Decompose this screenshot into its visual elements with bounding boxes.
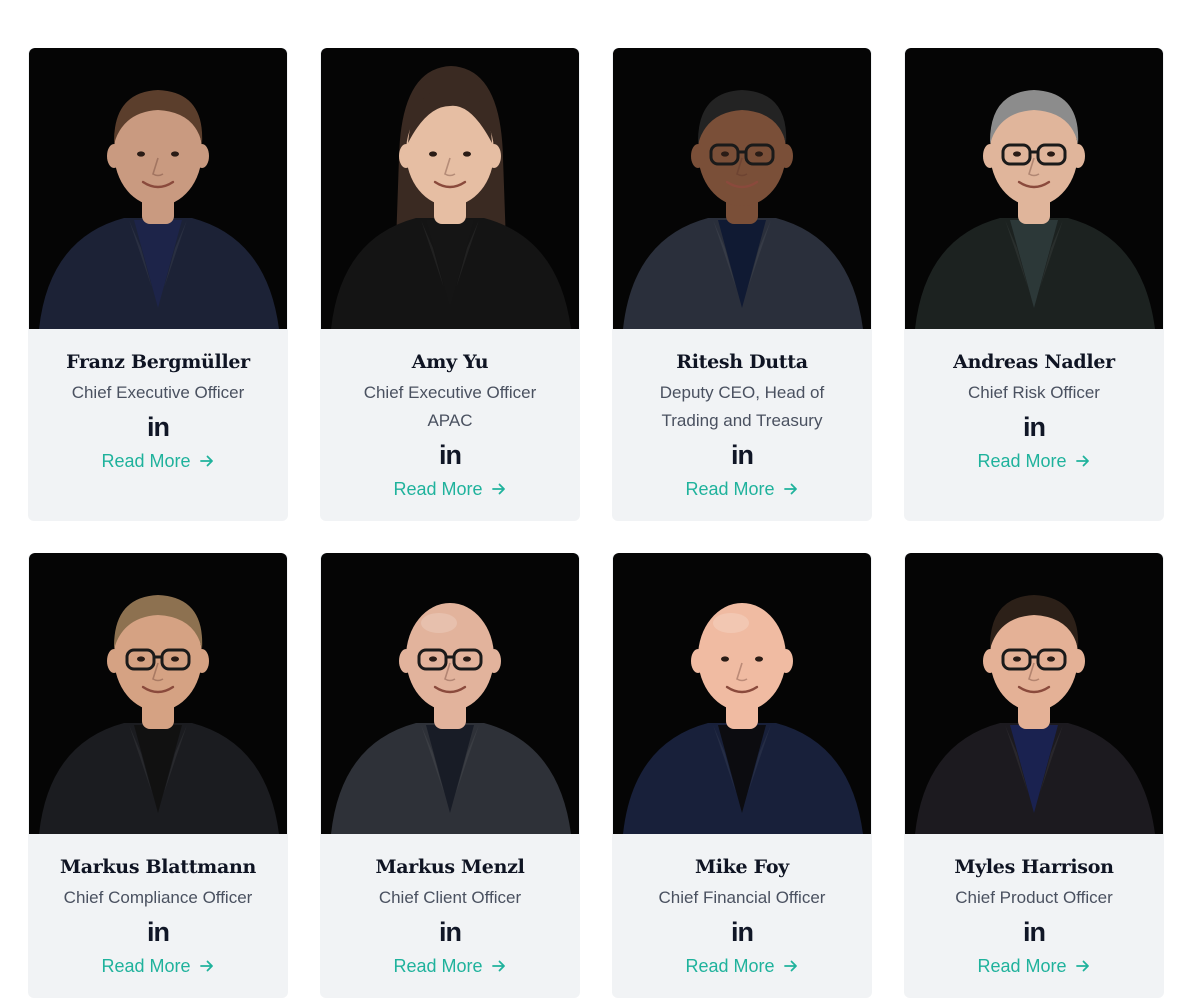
portrait-illustration bbox=[613, 48, 871, 329]
member-info: Mike Foy Chief Financial Officer in Read… bbox=[612, 834, 872, 998]
portrait-illustration bbox=[905, 553, 1163, 834]
member-role: Chief Risk Officer bbox=[968, 383, 1100, 402]
linkedin-icon[interactable]: in bbox=[1023, 918, 1046, 946]
member-name: Andreas Nadler bbox=[953, 351, 1115, 373]
portrait-photo bbox=[613, 553, 871, 834]
member-role: Chief Compliance Officer bbox=[63, 888, 253, 907]
read-more-link[interactable]: Read More bbox=[393, 477, 506, 501]
member-info: Markus Menzl Chief Client Officer in Rea… bbox=[320, 834, 580, 998]
linkedin-icon[interactable]: in bbox=[731, 918, 754, 946]
arrow-right-icon bbox=[491, 483, 505, 495]
member-info: Ritesh Dutta Deputy CEO, Head of Trading… bbox=[612, 329, 872, 521]
read-more-label: Read More bbox=[393, 956, 483, 976]
member-info: Markus Blattmann Chief Compliance Office… bbox=[28, 834, 288, 998]
read-more-link[interactable]: Read More bbox=[977, 449, 1090, 473]
arrow-right-icon bbox=[1075, 455, 1089, 467]
member-info: Amy Yu Chief Executive Officer APAC in R… bbox=[320, 329, 580, 521]
member-name: Ritesh Dutta bbox=[676, 351, 808, 373]
arrow-right-icon bbox=[783, 960, 797, 972]
arrow-right-icon bbox=[1075, 960, 1089, 972]
team-member-card: Markus Blattmann Chief Compliance Office… bbox=[28, 553, 288, 998]
member-info: Franz Bergmüller Chief Executive Officer… bbox=[28, 329, 288, 493]
member-role: Deputy CEO, Head of Trading and Treasury bbox=[659, 383, 825, 430]
read-more-label: Read More bbox=[393, 479, 483, 499]
member-name: Myles Harrison bbox=[954, 856, 1114, 878]
portrait-photo bbox=[29, 48, 287, 329]
portrait-illustration bbox=[29, 553, 287, 834]
member-name: Markus Menzl bbox=[375, 856, 525, 878]
portrait-photo bbox=[905, 48, 1163, 329]
arrow-right-icon bbox=[199, 960, 213, 972]
member-info: Myles Harrison Chief Product Officer in … bbox=[904, 834, 1164, 998]
read-more-link[interactable]: Read More bbox=[101, 449, 214, 473]
linkedin-icon[interactable]: in bbox=[731, 441, 754, 469]
team-member-card: Ritesh Dutta Deputy CEO, Head of Trading… bbox=[612, 48, 872, 521]
read-more-link[interactable]: Read More bbox=[393, 954, 506, 978]
arrow-right-icon bbox=[491, 960, 505, 972]
read-more-link[interactable]: Read More bbox=[685, 477, 798, 501]
read-more-label: Read More bbox=[977, 956, 1067, 976]
portrait-photo bbox=[321, 48, 579, 329]
linkedin-icon[interactable]: in bbox=[1023, 413, 1046, 441]
arrow-right-icon bbox=[199, 455, 213, 467]
portrait-illustration bbox=[321, 48, 579, 329]
member-role: Chief Product Officer bbox=[955, 888, 1113, 907]
member-role: Chief Financial Officer bbox=[658, 888, 826, 907]
read-more-label: Read More bbox=[977, 451, 1067, 471]
read-more-link[interactable]: Read More bbox=[977, 954, 1090, 978]
member-role: Chief Executive Officer bbox=[71, 383, 245, 402]
read-more-label: Read More bbox=[101, 451, 191, 471]
portrait-illustration bbox=[905, 48, 1163, 329]
team-member-card: Andreas Nadler Chief Risk Officer in Rea… bbox=[904, 48, 1164, 521]
portrait-photo bbox=[905, 553, 1163, 834]
linkedin-icon[interactable]: in bbox=[147, 918, 170, 946]
read-more-link[interactable]: Read More bbox=[685, 954, 798, 978]
portrait-illustration bbox=[321, 553, 579, 834]
member-name: Mike Foy bbox=[695, 856, 789, 878]
team-member-card: Amy Yu Chief Executive Officer APAC in R… bbox=[320, 48, 580, 521]
read-more-label: Read More bbox=[685, 956, 775, 976]
member-info: Andreas Nadler Chief Risk Officer in Rea… bbox=[904, 329, 1164, 493]
team-member-card: Franz Bergmüller Chief Executive Officer… bbox=[28, 48, 288, 521]
linkedin-icon[interactable]: in bbox=[439, 918, 462, 946]
portrait-illustration bbox=[29, 48, 287, 329]
team-member-card: Myles Harrison Chief Product Officer in … bbox=[904, 553, 1164, 998]
portrait-photo bbox=[29, 553, 287, 834]
linkedin-icon[interactable]: in bbox=[439, 441, 462, 469]
member-name: Franz Bergmüller bbox=[66, 351, 250, 373]
team-member-card: Mike Foy Chief Financial Officer in Read… bbox=[612, 553, 872, 998]
portrait-illustration bbox=[613, 553, 871, 834]
member-name: Amy Yu bbox=[411, 351, 489, 373]
team-member-card: Markus Menzl Chief Client Officer in Rea… bbox=[320, 553, 580, 998]
read-more-label: Read More bbox=[101, 956, 191, 976]
member-role: Chief Client Officer bbox=[378, 888, 522, 907]
member-name: Markus Blattmann bbox=[59, 856, 257, 878]
portrait-photo bbox=[613, 48, 871, 329]
arrow-right-icon bbox=[783, 483, 797, 495]
member-role: Chief Executive Officer APAC bbox=[363, 383, 537, 430]
read-more-link[interactable]: Read More bbox=[101, 954, 214, 978]
read-more-label: Read More bbox=[685, 479, 775, 499]
portrait-photo bbox=[321, 553, 579, 834]
linkedin-icon[interactable]: in bbox=[147, 413, 170, 441]
team-grid: Franz Bergmüller Chief Executive Officer… bbox=[28, 48, 1164, 998]
